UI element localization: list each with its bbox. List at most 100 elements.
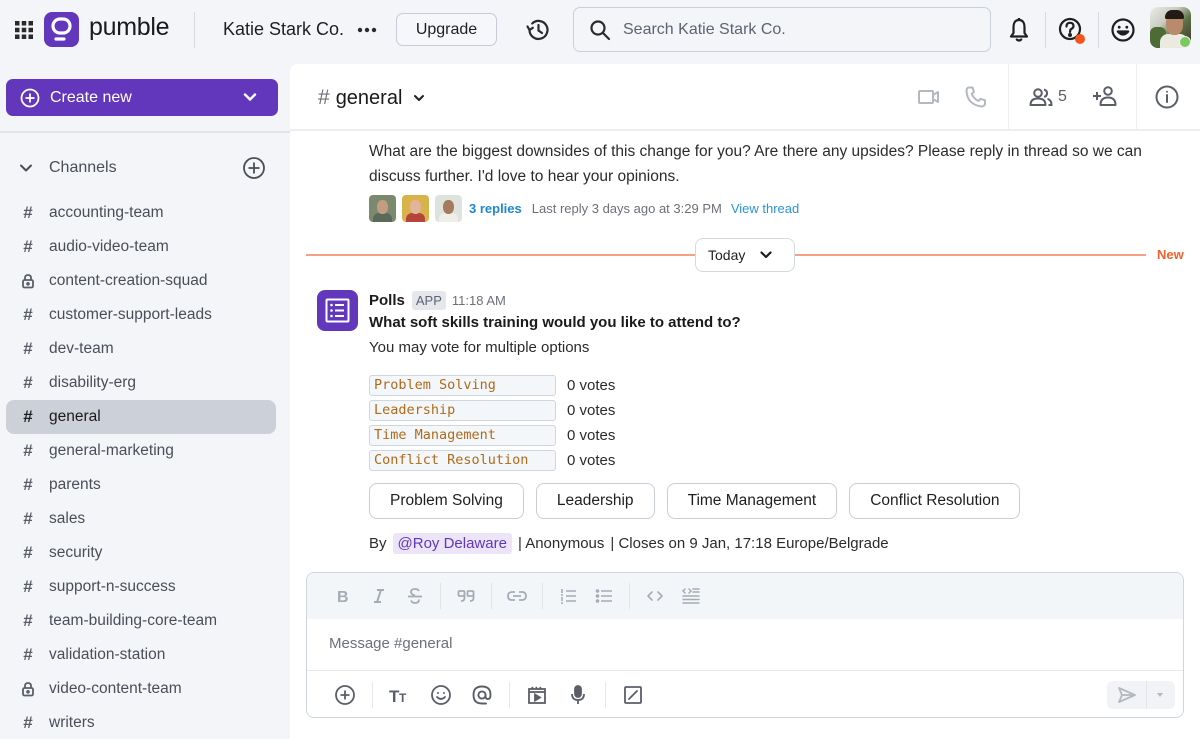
polls-app-icon[interactable]	[317, 290, 358, 331]
text-format-icon[interactable]: TT	[388, 683, 412, 707]
mention-icon[interactable]	[470, 683, 494, 707]
sidebar-channel-item[interactable]: # team-building-core-team	[6, 604, 276, 638]
sidebar-channel-item[interactable]: # validation-station	[6, 638, 276, 672]
info-icon[interactable]	[1154, 84, 1180, 110]
sidebar-channel-item[interactable]: content-creation-squad	[6, 264, 276, 298]
divider	[491, 583, 492, 609]
bold-icon[interactable]: B	[332, 585, 354, 607]
code-icon[interactable]	[644, 585, 666, 607]
strikethrough-icon[interactable]	[404, 585, 426, 607]
notification-badge	[1075, 34, 1085, 44]
formatting-toolbar: B	[307, 573, 1183, 619]
message-input[interactable]: Message #general	[329, 635, 1129, 657]
sidebar-channel-item[interactable]: # dev-team	[6, 332, 276, 366]
upgrade-button[interactable]: Upgrade	[396, 13, 497, 46]
bullet-list-icon[interactable]	[593, 585, 615, 607]
create-new-label: Create new	[50, 88, 132, 106]
italic-icon[interactable]	[368, 585, 390, 607]
link-icon[interactable]	[506, 585, 528, 607]
poll-result-row: Leadership 0 votes	[369, 398, 615, 423]
channel-name: security	[49, 544, 103, 561]
sidebar-channel-item[interactable]: # general-marketing	[6, 434, 276, 468]
message-author[interactable]: Polls	[369, 292, 405, 309]
sidebar-channel-item[interactable]: # disability-erg	[6, 366, 276, 400]
channel-name: video-content-team	[49, 680, 182, 697]
sidebar-channel-item[interactable]: # support-n-success	[6, 570, 276, 604]
code-block-icon[interactable]	[680, 585, 702, 607]
video-call-icon[interactable]	[916, 84, 942, 110]
plus-circle-icon	[20, 88, 40, 108]
members-icon[interactable]	[1028, 84, 1054, 110]
members-count[interactable]: 5	[1058, 88, 1067, 106]
channels-section-toggle[interactable]: Channels	[18, 156, 278, 180]
emoji-icon[interactable]	[429, 683, 453, 707]
divider	[440, 583, 441, 609]
slash-command-icon[interactable]	[621, 683, 645, 707]
apps-grid-icon[interactable]	[12, 18, 36, 42]
hash-icon: #	[23, 203, 33, 222]
workspace-name[interactable]: Katie Stark Co.	[223, 19, 344, 40]
divider	[1008, 64, 1009, 130]
hash-icon: #	[23, 305, 33, 324]
hash-icon: #	[23, 407, 33, 426]
send-icon[interactable]	[1107, 681, 1147, 709]
svg-text:T: T	[399, 691, 407, 704]
smiley-icon[interactable]	[1109, 16, 1137, 44]
sidebar-channel-item[interactable]: # general	[6, 400, 276, 434]
sidebar-channel-item[interactable]: # security	[6, 536, 276, 570]
poll-result-row: Problem Solving 0 votes	[369, 373, 615, 398]
microphone-icon[interactable]	[566, 683, 590, 707]
divider	[1136, 64, 1137, 130]
sidebar-channel-item[interactable]: # accounting-team	[6, 196, 276, 230]
bell-icon[interactable]	[1006, 16, 1032, 44]
sidebar-channel-item[interactable]: # sales	[6, 502, 276, 536]
divider	[0, 131, 290, 133]
channel-name: customer-support-leads	[49, 306, 212, 323]
thread-summary[interactable]: 3 replies Last reply 3 days ago at 3:29 …	[369, 194, 799, 222]
message-timestamp[interactable]: 11:18 AM	[452, 293, 506, 308]
history-icon[interactable]	[524, 16, 552, 44]
poll-vote-button[interactable]: Leadership	[535, 483, 655, 519]
user-mention[interactable]: @Roy Delaware	[392, 532, 512, 554]
channel-name: writers	[49, 714, 95, 731]
hash-icon: #	[23, 611, 33, 630]
view-thread-link[interactable]: View thread	[731, 201, 799, 216]
divider	[1045, 12, 1046, 48]
sidebar-channel-item[interactable]: video-content-team	[6, 672, 276, 706]
sidebar: Create new Channels # accounting-team # aud…	[0, 60, 290, 739]
avatar	[435, 194, 462, 222]
quote-icon[interactable]	[455, 585, 477, 607]
gif-video-icon[interactable]	[525, 683, 549, 707]
send-options-caret-icon[interactable]	[1147, 681, 1173, 709]
message-composer: B Message #general T T	[306, 572, 1184, 718]
poll-vote-button[interactable]: Problem Solving	[369, 483, 524, 519]
date-jump-button[interactable]: Today	[695, 238, 795, 272]
replies-link[interactable]: 3 replies	[469, 201, 522, 216]
lock-icon	[20, 273, 36, 289]
add-channel-icon[interactable]	[242, 156, 266, 180]
poll-meta: By @Roy Delaware | Anonymous | Closes on…	[369, 532, 889, 554]
phone-call-icon[interactable]	[963, 84, 989, 110]
chevron-down-icon	[18, 160, 34, 176]
poll-vote-button[interactable]: Time Management	[666, 483, 838, 519]
poll-anonymous: | Anonymous	[517, 534, 605, 552]
brand-name: pumble	[89, 13, 170, 41]
attach-plus-icon[interactable]	[333, 683, 357, 707]
sidebar-channel-item[interactable]: # writers	[6, 706, 276, 739]
add-member-icon[interactable]	[1091, 84, 1117, 110]
create-new-button[interactable]: Create new	[6, 79, 278, 116]
sidebar-channel-item[interactable]: # customer-support-leads	[6, 298, 276, 332]
ordered-list-icon[interactable]	[557, 585, 579, 607]
search-input[interactable]: Search Katie Stark Co.	[573, 7, 991, 52]
channel-name: support-n-success	[49, 578, 176, 595]
help-icon[interactable]	[1057, 15, 1087, 45]
ellipsis-icon[interactable]	[355, 18, 379, 42]
top-bar: pumble Katie Stark Co. Upgrade Search Ka…	[0, 0, 1200, 60]
date-label: Today	[708, 247, 746, 263]
poll-vote-button[interactable]: Conflict Resolution	[849, 483, 1021, 519]
channel-title[interactable]: # general	[318, 86, 426, 110]
pumble-logo[interactable]	[44, 12, 79, 47]
poll-option-label: Time Management	[369, 425, 556, 446]
sidebar-channel-item[interactable]: # parents	[6, 468, 276, 502]
sidebar-channel-item[interactable]: # audio-video-team	[6, 230, 276, 264]
